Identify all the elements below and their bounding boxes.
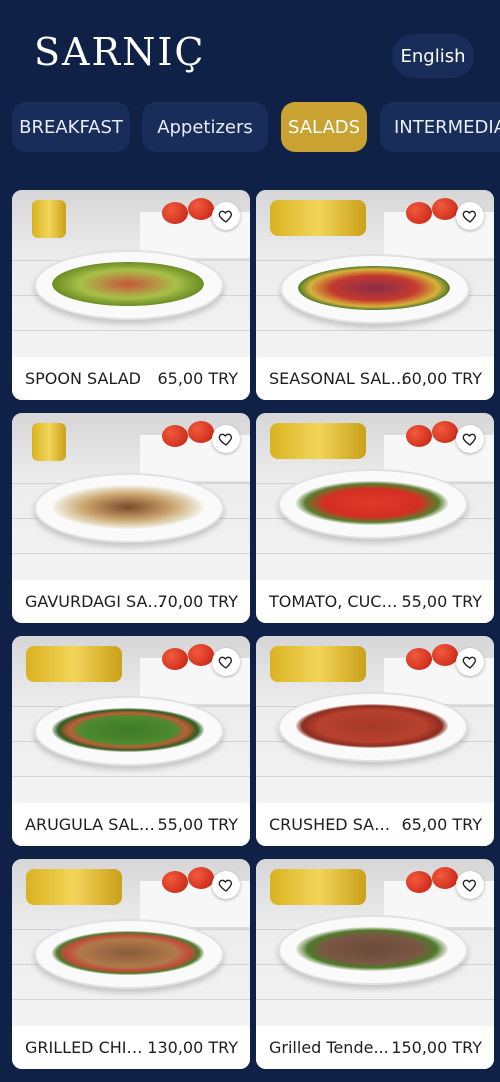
favorite-heart-icon[interactable] bbox=[212, 425, 240, 453]
favorite-heart-icon[interactable] bbox=[212, 648, 240, 676]
product-price: 70,00 TRY bbox=[157, 592, 238, 611]
product-info: CRUSHED SALAD 65,00 TRY bbox=[256, 803, 494, 846]
product-info: GRILLED CHICK... 130,00 TRY bbox=[12, 1026, 250, 1069]
product-card[interactable]: SPOON SALAD 65,00 TRY bbox=[12, 190, 250, 400]
favorite-heart-icon[interactable] bbox=[456, 202, 484, 230]
favorite-heart-icon[interactable] bbox=[456, 871, 484, 899]
product-price: 65,00 TRY bbox=[401, 815, 482, 834]
product-price: 55,00 TRY bbox=[401, 592, 482, 611]
product-card[interactable]: Grilled Tende... 150,00 TRY bbox=[256, 859, 494, 1069]
product-name: SEASONAL SALAD bbox=[269, 369, 409, 388]
product-name: TOMATO, CUCUM... bbox=[269, 592, 399, 611]
product-name: CRUSHED SALAD bbox=[269, 815, 399, 834]
product-name: Grilled Tende... bbox=[269, 1038, 389, 1057]
product-card[interactable]: SEASONAL SALAD 60,00 TRY bbox=[256, 190, 494, 400]
product-card[interactable]: GRILLED CHICK... 130,00 TRY bbox=[12, 859, 250, 1069]
favorite-heart-icon[interactable] bbox=[456, 425, 484, 453]
favorite-heart-icon[interactable] bbox=[212, 202, 240, 230]
tab-salads[interactable]: SALADS bbox=[281, 102, 367, 152]
tab-intermediate[interactable]: INTERMEDIAT bbox=[380, 102, 500, 152]
favorite-heart-icon[interactable] bbox=[212, 871, 240, 899]
product-info: Grilled Tende... 150,00 TRY bbox=[256, 1026, 494, 1069]
product-price: 65,00 TRY bbox=[157, 369, 238, 388]
product-price: 150,00 TRY bbox=[391, 1038, 482, 1057]
product-info: GAVURDAGI SALAD 70,00 TRY bbox=[12, 580, 250, 623]
restaurant-logo: SARNIÇ bbox=[34, 30, 206, 74]
product-info: TOMATO, CUCUM... 55,00 TRY bbox=[256, 580, 494, 623]
category-tabs: BREAKFAST Appetizers SALADS INTERMEDIAT bbox=[0, 100, 500, 158]
product-info: SEASONAL SALAD 60,00 TRY bbox=[256, 357, 494, 400]
product-name: SPOON SALAD bbox=[25, 369, 141, 388]
product-price: 55,00 TRY bbox=[157, 815, 238, 834]
app-header: SARNIÇ English bbox=[0, 0, 500, 100]
product-card[interactable]: CRUSHED SALAD 65,00 TRY bbox=[256, 636, 494, 846]
product-info: ARUGULA SALAD 55,00 TRY bbox=[12, 803, 250, 846]
product-card[interactable]: TOMATO, CUCUM... 55,00 TRY bbox=[256, 413, 494, 623]
product-card[interactable]: ARUGULA SALAD 55,00 TRY bbox=[12, 636, 250, 846]
product-price: 60,00 TRY bbox=[401, 369, 482, 388]
product-price: 130,00 TRY bbox=[147, 1038, 238, 1057]
product-name: ARUGULA SALAD bbox=[25, 815, 155, 834]
tab-breakfast[interactable]: BREAKFAST bbox=[12, 102, 130, 152]
language-button[interactable]: English bbox=[392, 34, 474, 78]
tab-appetizers[interactable]: Appetizers bbox=[142, 102, 268, 152]
product-info: SPOON SALAD 65,00 TRY bbox=[12, 357, 250, 400]
product-card[interactable]: GAVURDAGI SALAD 70,00 TRY bbox=[12, 413, 250, 623]
favorite-heart-icon[interactable] bbox=[456, 648, 484, 676]
product-name: GAVURDAGI SALAD bbox=[25, 592, 165, 611]
product-name: GRILLED CHICK... bbox=[25, 1038, 147, 1057]
